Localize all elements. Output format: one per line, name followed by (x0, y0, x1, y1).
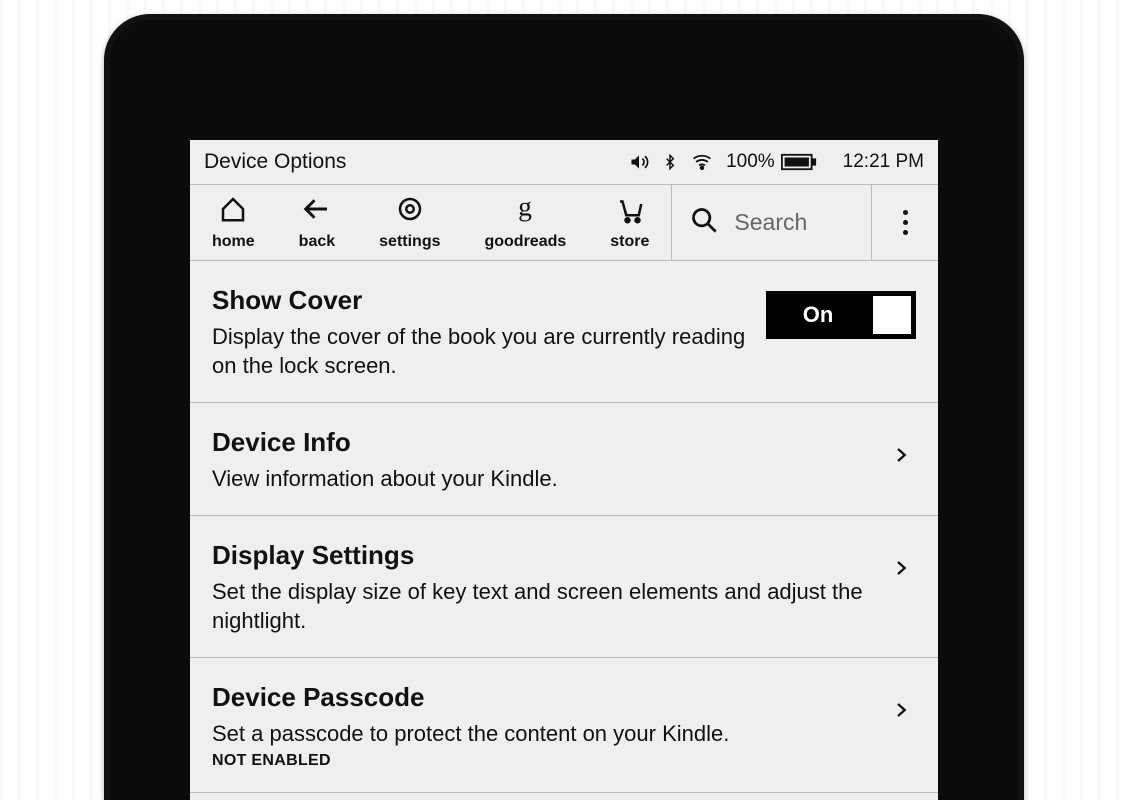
chevron-right-icon (892, 440, 916, 475)
battery-status: 100% (726, 151, 817, 173)
option-title: Device Passcode (212, 682, 872, 713)
volume-icon (628, 152, 650, 172)
toolbar-label: store (610, 233, 649, 251)
device-bezel: Device Options (110, 20, 1018, 800)
option-title: Device Info (212, 427, 872, 458)
home-icon (218, 194, 248, 229)
chevron-right-icon (892, 695, 916, 730)
search-placeholder: Search (734, 209, 807, 236)
page-title: Device Options (204, 150, 628, 174)
option-description: Display the cover of the book you are cu… (212, 322, 746, 380)
goodreads-button[interactable]: g goodreads (462, 185, 588, 260)
toolbar-label: settings (379, 233, 440, 251)
battery-icon (781, 153, 817, 171)
option-device-passcode[interactable]: Device Passcode Set a passcode to protec… (190, 658, 938, 793)
goodreads-icon: g (510, 194, 540, 229)
chevron-right-icon (892, 553, 916, 588)
toolbar-label: back (299, 233, 335, 251)
option-title: Show Cover (212, 285, 746, 316)
option-title: Display Settings (212, 540, 872, 571)
toggle-state-label: On (771, 302, 865, 328)
gear-icon (395, 194, 425, 229)
cart-icon (615, 194, 645, 229)
wifi-icon (690, 152, 714, 172)
search-input[interactable]: Search (672, 185, 872, 260)
toolbar: home back (190, 185, 938, 261)
option-status: NOT ENABLED (212, 752, 872, 770)
toggle-knob (873, 296, 911, 334)
option-display-settings[interactable]: Display Settings Set the display size of… (190, 516, 938, 658)
status-bar: Device Options (190, 140, 938, 185)
settings-button[interactable]: settings (357, 185, 462, 260)
clock: 12:21 PM (843, 151, 924, 173)
option-device-info[interactable]: Device Info View information about your … (190, 403, 938, 516)
device-frame: Device Options (104, 14, 1024, 800)
show-cover-toggle[interactable]: On (766, 291, 916, 339)
back-arrow-icon (302, 194, 332, 229)
overflow-menu-button[interactable] (872, 185, 938, 260)
battery-percent: 100% (726, 151, 775, 173)
option-description: Set a passcode to protect the content on… (212, 719, 872, 748)
svg-text:g: g (519, 194, 533, 221)
status-icons: 100% 12:21 PM (628, 151, 924, 173)
option-show-cover[interactable]: Show Cover Display the cover of the book… (190, 261, 938, 403)
device-screen: Device Options (190, 140, 938, 800)
options-list: Show Cover Display the cover of the book… (190, 261, 938, 800)
option-description: View information about your Kindle. (212, 464, 872, 493)
store-button[interactable]: store (588, 185, 671, 260)
toolbar-label: goodreads (484, 233, 566, 251)
back-button[interactable]: back (277, 185, 357, 260)
search-icon (690, 206, 718, 239)
option-description: Set the display size of key text and scr… (212, 577, 872, 635)
bluetooth-icon (662, 151, 678, 173)
home-button[interactable]: home (190, 185, 277, 260)
toolbar-label: home (212, 233, 255, 251)
dots-vertical-icon (903, 210, 908, 235)
